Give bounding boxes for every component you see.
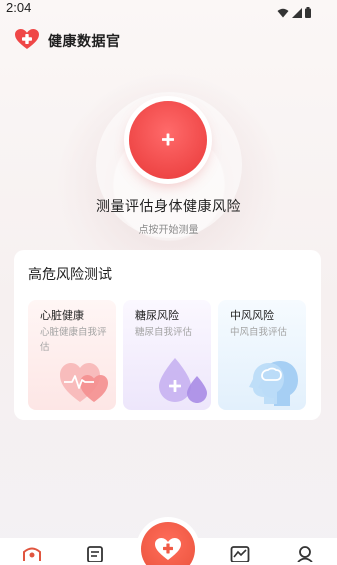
risk-item-description: 中风自我评估 [230, 327, 288, 338]
status-time: 2:04 [6, 0, 32, 15]
wifi-icon [277, 3, 289, 22]
heart-pulse-icon [58, 358, 114, 410]
measure-heart-nav-button[interactable] [141, 522, 195, 565]
risk-item-heart[interactable]: 心脏健康 心脏健康自我评估 [28, 300, 116, 410]
profile-icon[interactable] [296, 546, 314, 565]
app-screen: 2:04 健康数据官 测量评估身体健康风险 点按开始测量 高危风险测试 心脏健康… [0, 0, 337, 565]
risk-item-stroke[interactable]: 中风风险 中风自我评估 [218, 300, 306, 410]
measure-subtitle: 点按开始测量 [138, 225, 199, 236]
home-icon[interactable] [22, 546, 42, 565]
risk-section-title: 高危风险测试 [28, 267, 112, 283]
measure-title: 测量评估身体健康风险 [96, 199, 241, 215]
risk-test-card: 高危风险测试 心脏健康 心脏健康自我评估 糖尿风险 糖尿自我评估 中风风险 中风… [14, 250, 321, 420]
battery-icon [305, 3, 311, 22]
risk-item-description: 心脏健康自我评估 [40, 327, 107, 353]
signal-icon [292, 3, 302, 22]
trend-icon[interactable] [230, 546, 250, 565]
report-icon[interactable] [86, 546, 104, 565]
brain-head-icon [244, 356, 304, 410]
heart-plus-icon [14, 28, 40, 54]
status-icons [277, 3, 311, 22]
risk-item-label: 中风风险 [230, 309, 274, 322]
status-bar: 2:04 [0, 0, 337, 20]
app-title: 健康数据官 [48, 34, 121, 50]
start-measure-button[interactable] [129, 101, 207, 179]
risk-item-label: 糖尿风险 [135, 309, 179, 322]
app-header: 健康数据官 [14, 28, 121, 54]
plus-icon [162, 131, 174, 150]
risk-item-label: 心脏健康 [40, 309, 84, 322]
risk-item-description: 糖尿自我评估 [135, 327, 193, 338]
risk-item-diabetes[interactable]: 糖尿风险 糖尿自我评估 [123, 300, 211, 410]
blood-drop-icon [153, 356, 209, 410]
